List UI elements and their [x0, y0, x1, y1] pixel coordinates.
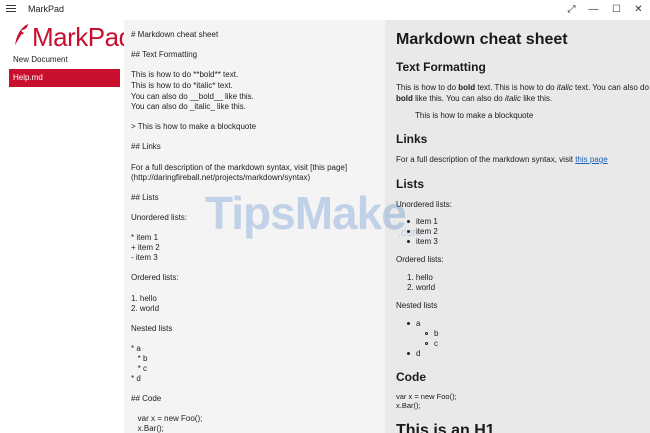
watermark-suffix: .com — [398, 227, 422, 239]
editor-line: > This is how to make a blockquote — [131, 122, 257, 131]
editor-line: This is how to do **bold** text. — [131, 70, 239, 79]
sidebar-item-help-md[interactable]: Help.md — [9, 69, 120, 87]
editor-line: * a — [131, 344, 141, 353]
minimize-icon[interactable]: — — [582, 0, 605, 20]
preview-h1: Markdown cheat sheet — [396, 31, 568, 48]
list-item: item 1 — [407, 217, 438, 226]
editor-line: + item 2 — [131, 243, 160, 252]
editor-line: Ordered lists: — [131, 273, 179, 282]
editor-line: var x = new Foo(); — [131, 414, 203, 423]
editor-line: For a full description of the markdown s… — [131, 163, 348, 172]
watermark: TipsMake — [205, 187, 407, 239]
editor-line: ## Text Formatting — [131, 50, 198, 59]
preview-paragraph: This is how to do bold text. This is how… — [396, 83, 649, 92]
editor-line: 2. world — [131, 304, 160, 313]
preview-paragraph: For a full description of the markdown s… — [396, 155, 608, 164]
editor-line: * item 1 — [131, 233, 159, 242]
sidebar: MarkPad New Document Help.md — [0, 20, 133, 433]
editor-line: * b — [131, 354, 148, 363]
list-item: d — [407, 349, 420, 358]
maximize-icon[interactable]: ☐ — [605, 0, 628, 20]
code-line: x.Bar(); — [396, 401, 421, 410]
editor-line: * c — [131, 364, 148, 373]
hamburger-menu-icon[interactable] — [6, 5, 16, 15]
editor-line: ## Lists — [131, 193, 159, 202]
preview-paragraph: bold like this. You can also do italic l… — [396, 94, 553, 103]
editor-line: * d — [131, 374, 141, 383]
preview-blockquote: This is how to make a blockquote — [415, 111, 534, 120]
editor-line: ## Code — [131, 394, 162, 403]
preview-heading-links: Links — [396, 132, 428, 146]
preview-heading-code: Code — [396, 370, 426, 384]
list-item: c — [425, 339, 438, 348]
editor-line: You can also do _italic_ like this. — [131, 102, 246, 111]
list-item: a — [407, 319, 420, 328]
editor-line: - item 3 — [131, 253, 158, 262]
markdown-preview: Markdown cheat sheet Text Formatting Thi… — [385, 20, 650, 433]
sidebar-item-new-document[interactable]: New Document — [9, 51, 120, 69]
editor-line: Unordered lists: — [131, 213, 188, 222]
list-item: b — [425, 329, 438, 338]
feather-icon — [14, 24, 28, 47]
editor-line: This is how to do *italic* text. — [131, 81, 233, 90]
this-page-link[interactable]: this page — [575, 155, 607, 164]
preview-heading-text-formatting: Text Formatting — [396, 60, 486, 74]
window-title: MarkPad — [28, 4, 65, 14]
list-item: 1. hello — [407, 273, 433, 282]
editor-line: You can also do __bold__ like this. — [131, 92, 254, 101]
editor-line: (http://daringfireball.net/projects/mark… — [131, 173, 311, 182]
code-line: var x = new Foo(); — [396, 392, 457, 401]
editor-line: ## Links — [131, 142, 161, 151]
logo-text: MarkPad — [32, 22, 133, 52]
editor-line: # Markdown cheat sheet — [131, 30, 219, 39]
editor-line: 1. hello — [131, 294, 157, 303]
title-bar: MarkPad ⤢ — ☐ ✕ — [0, 0, 650, 20]
editor-line: Nested lists — [131, 324, 173, 333]
preview-h1-next: This is an H1 — [396, 422, 495, 433]
preview-ordered-label: Ordered lists: — [396, 255, 444, 264]
app-logo: MarkPad — [12, 22, 133, 52]
preview-nested-label: Nested lists — [396, 301, 438, 310]
list-item: 2. world — [407, 283, 436, 292]
restore-icon[interactable]: ⤢ — [560, 0, 583, 20]
editor-line: x.Bar(); — [131, 424, 164, 433]
close-icon[interactable]: ✕ — [627, 0, 650, 20]
